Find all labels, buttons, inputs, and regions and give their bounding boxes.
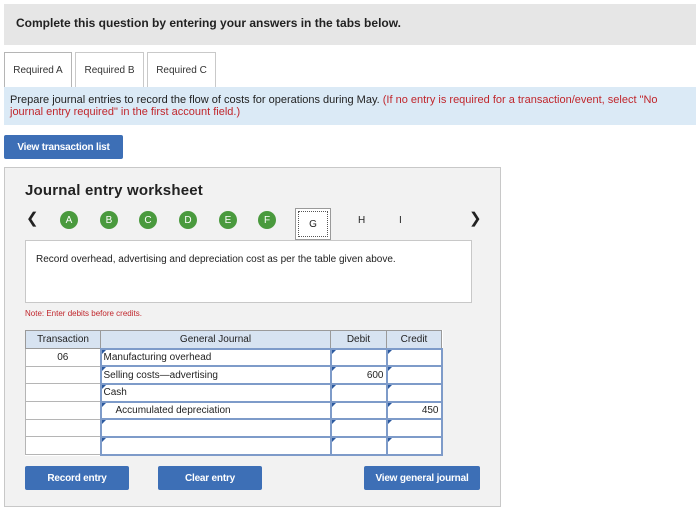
- table-row: Selling costs—advertising 600: [25, 365, 443, 385]
- transaction-cell: [25, 383, 101, 403]
- step-b-complete[interactable]: B: [100, 211, 118, 229]
- transaction-cell: [25, 401, 101, 420]
- debit-input[interactable]: [329, 400, 388, 421]
- table-row: 06 Manufacturing overhead: [25, 347, 443, 368]
- journal-table: Transaction General Journal Debit Credit…: [25, 330, 443, 456]
- transaction-cell: [25, 365, 101, 385]
- debit-credit-note: Note: Enter debits before credits.: [25, 309, 142, 318]
- view-general-journal-button[interactable]: View general journal: [364, 466, 480, 490]
- entry-description: Record overhead, advertising and depreci…: [25, 240, 472, 303]
- transaction-header: Transaction: [25, 330, 101, 349]
- debit-header: Debit: [330, 330, 387, 349]
- table-row: [25, 418, 443, 438]
- tab-required-a[interactable]: Required A: [4, 52, 72, 87]
- debit-input[interactable]: [329, 418, 388, 438]
- transaction-cell: 06: [25, 348, 101, 367]
- chevron-left-icon[interactable]: ❮: [26, 209, 39, 227]
- step-i[interactable]: I: [399, 215, 402, 226]
- account-select[interactable]: Selling costs—advertising: [99, 365, 332, 385]
- account-select[interactable]: Manufacturing overhead: [99, 347, 332, 368]
- worksheet-title: Journal entry worksheet: [25, 182, 203, 199]
- question-title: Complete this question by entering your …: [16, 16, 401, 30]
- tab-required-c[interactable]: Required C: [147, 52, 216, 87]
- debit-input[interactable]: [329, 435, 388, 456]
- general-journal-header: General Journal: [100, 330, 331, 349]
- step-g-label: G: [298, 211, 328, 237]
- debit-input[interactable]: [329, 382, 388, 403]
- credit-input[interactable]: [385, 435, 443, 456]
- step-e-complete[interactable]: E: [219, 211, 237, 229]
- instructions-banner: Prepare journal entries to record the fl…: [4, 87, 696, 125]
- account-select[interactable]: Cash: [99, 382, 332, 403]
- debit-input[interactable]: [329, 347, 388, 368]
- credit-input[interactable]: [385, 347, 443, 368]
- journal-header-row: Transaction General Journal Debit Credit: [25, 330, 442, 349]
- step-h[interactable]: H: [358, 215, 365, 226]
- step-a-complete[interactable]: A: [60, 211, 78, 229]
- step-g-current[interactable]: G: [295, 208, 331, 240]
- credit-header: Credit: [386, 330, 442, 349]
- table-row: Cash: [25, 382, 443, 403]
- debit-input[interactable]: 600: [329, 365, 388, 385]
- account-select[interactable]: Accumulated depreciation: [99, 400, 332, 421]
- credit-input[interactable]: [385, 382, 443, 403]
- question-header: Complete this question by entering your …: [4, 4, 696, 45]
- credit-input[interactable]: 450: [385, 400, 443, 421]
- step-d-complete[interactable]: D: [179, 211, 197, 229]
- credit-input[interactable]: [385, 418, 443, 438]
- tab-required-b[interactable]: Required B: [75, 52, 144, 87]
- journal-entry-worksheet: Journal entry worksheet ❮ A B C D E F G …: [4, 167, 501, 507]
- instructions-text: Prepare journal entries to record the fl…: [10, 94, 380, 106]
- clear-entry-button[interactable]: Clear entry: [158, 466, 262, 490]
- transaction-cell: [25, 418, 101, 438]
- table-row: [25, 435, 443, 456]
- account-select[interactable]: [99, 435, 332, 456]
- chevron-right-icon[interactable]: ❯: [469, 209, 482, 227]
- step-c-complete[interactable]: C: [139, 211, 157, 229]
- transaction-cell: [25, 436, 101, 456]
- view-transaction-list-button[interactable]: View transaction list: [4, 135, 123, 159]
- account-select[interactable]: [99, 418, 332, 438]
- credit-input[interactable]: [385, 365, 443, 385]
- table-row: Accumulated depreciation 450: [25, 400, 443, 421]
- entry-description-text: Record overhead, advertising and depreci…: [36, 254, 396, 265]
- step-f-complete[interactable]: F: [258, 211, 276, 229]
- record-entry-button[interactable]: Record entry: [25, 466, 129, 490]
